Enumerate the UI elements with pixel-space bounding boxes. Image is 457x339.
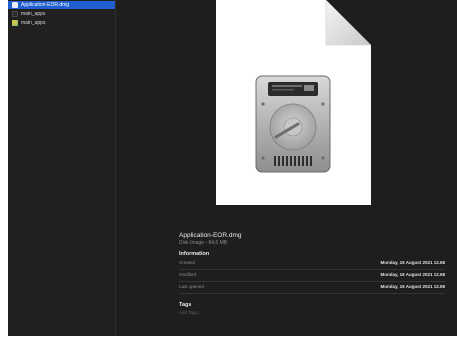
- file-name-heading: Application-EOR.dmg: [179, 232, 242, 239]
- info-value: Monday, 16 August 2021 12.68: [380, 272, 445, 277]
- info-label: Modified: [179, 272, 197, 277]
- info-row-created: Created Monday, 16 August 2021 12.68: [179, 258, 445, 270]
- file-row-main-apps[interactable]: main_apps: [8, 10, 115, 18]
- information-heading: Information: [179, 251, 210, 257]
- file-name: main_apps: [21, 11, 46, 17]
- file-list: Application-EOR.dmg main_apps main_apps: [8, 0, 116, 336]
- blank-file-icon: [12, 11, 18, 17]
- info-row-modified: Modified Monday, 16 August 2021 12.68: [179, 270, 445, 282]
- info-label: Created: [179, 260, 196, 265]
- finder-window: Application-EOR.dmg main_apps main_apps: [8, 0, 457, 336]
- info-label: Last opened: [179, 284, 204, 289]
- disk-image-icon: [12, 2, 18, 8]
- info-row-last-opened: Last opened Monday, 16 August 2021 12.68: [179, 282, 445, 294]
- tags-heading: Tags: [179, 302, 192, 308]
- file-row-application-eor-dmg[interactable]: Application-EOR.dmg: [8, 1, 115, 9]
- info-value: Monday, 16 August 2021 12.68: [380, 260, 445, 265]
- file-name: main_apps: [21, 20, 46, 26]
- file-info-panel: Application-EOR.dmg Disk Image - 84,6 MB…: [179, 232, 445, 317]
- file-row-main-apps-app[interactable]: main_apps: [8, 19, 115, 27]
- info-value: Monday, 16 August 2021 12.68: [380, 284, 445, 289]
- add-tags-field[interactable]: Add Tags...: [179, 309, 445, 317]
- app-icon: [12, 20, 18, 26]
- file-name: Application-EOR.dmg: [21, 2, 70, 8]
- hard-drive-icon: [255, 75, 331, 173]
- file-kind-size: Disk Image - 84,6 MB: [179, 240, 228, 246]
